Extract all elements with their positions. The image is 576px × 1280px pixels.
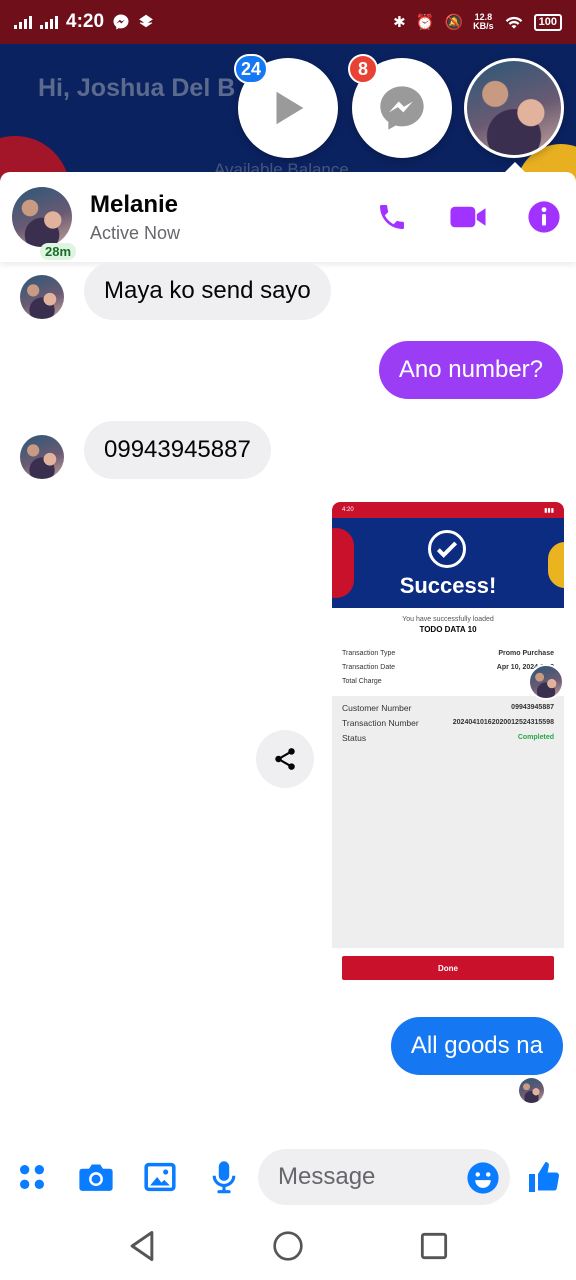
message-bubble-outgoing[interactable]: All goods na — [390, 1017, 563, 1075]
attachment-done-button: Done — [342, 956, 554, 980]
messenger-notification-icon — [113, 14, 129, 30]
video-camera-icon — [450, 206, 486, 228]
info-icon — [528, 201, 560, 233]
attachment-detail-row: Customer Number 09943945887 — [342, 702, 554, 713]
last-active-badge: 28m — [40, 243, 77, 260]
image-icon — [144, 1162, 176, 1192]
recents-button[interactable] — [416, 1228, 452, 1264]
message-input[interactable] — [278, 1163, 458, 1191]
avatar — [12, 187, 72, 247]
home-button[interactable] — [270, 1228, 306, 1264]
battery-indicator: 100 — [533, 13, 562, 31]
contact-chat-head-avatar[interactable] — [464, 58, 564, 158]
home-circle-icon — [273, 1231, 303, 1261]
checkmark-icon — [428, 530, 466, 568]
status-time: 4:20 — [66, 11, 105, 32]
net-speed: 12.8 KB/s — [473, 12, 494, 31]
message-composer — [0, 1142, 576, 1212]
video-chat-head[interactable]: 24 — [234, 54, 338, 158]
video-badge: 24 — [234, 54, 269, 84]
bluetooth-icon: ✱ — [393, 14, 406, 31]
layers-icon — [139, 14, 153, 28]
mute-icon: 🔕 — [444, 14, 464, 31]
menu-button[interactable] — [12, 1157, 52, 1197]
play-icon — [276, 91, 304, 125]
info-button[interactable] — [524, 197, 564, 237]
grid-dots-icon — [20, 1165, 44, 1189]
microphone-icon — [212, 1161, 236, 1194]
attachment-title: Success! — [399, 573, 497, 598]
recents-square-icon — [420, 1232, 448, 1260]
sender-avatar[interactable] — [20, 435, 64, 479]
video-call-button[interactable] — [448, 197, 488, 237]
message-list[interactable]: Maya ko send sayo Ano number? 0994394588… — [0, 262, 576, 1142]
share-icon — [275, 748, 295, 770]
camera-button[interactable] — [76, 1157, 116, 1197]
message-bubble-incoming[interactable]: Maya ko send sayo — [84, 262, 331, 320]
phone-icon — [380, 205, 404, 229]
sender-avatar[interactable] — [20, 275, 64, 319]
contact-info[interactable]: Melanie Active Now — [90, 191, 336, 244]
contact-name: Melanie — [90, 190, 179, 218]
thumbs-up-icon — [529, 1162, 560, 1192]
attachment-row: Transaction Type Promo Purchase — [342, 649, 554, 657]
status-bar: 4:20 ✱ ⏰ 🔕 12.8 KB/s 100 — [0, 0, 576, 44]
like-button[interactable] — [524, 1157, 564, 1197]
image-attachment[interactable]: 4:20 ▮▮▮ Success! You have successfully … — [332, 502, 564, 990]
wifi-icon — [505, 16, 522, 29]
attachment-detail-row: Status Completed — [342, 732, 554, 743]
alarm-icon: ⏰ — [415, 14, 435, 31]
contact-avatar[interactable]: 28m — [12, 187, 77, 260]
messenger-badge: 8 — [348, 54, 378, 84]
back-triangle-icon — [130, 1230, 154, 1262]
attachment-avatar — [528, 664, 564, 700]
attachment-detail-row: Transaction Number 2024041016202001252431… — [342, 717, 554, 728]
voice-message-button[interactable] — [204, 1157, 244, 1197]
signal-icon-2 — [40, 15, 58, 29]
attachment-row: Transaction Date Apr 10, 2024 16:2 — [342, 663, 554, 671]
camera-icon — [79, 1164, 113, 1191]
messenger-chat-head[interactable]: 8 — [348, 54, 452, 158]
contact-status: Active Now — [90, 222, 181, 243]
messenger-icon — [380, 86, 424, 130]
attachment-loaded-text: You have successfully loaded — [402, 616, 494, 623]
attachment-banner: Success! — [332, 518, 564, 608]
message-bubble-outgoing[interactable]: Ano number? — [378, 341, 563, 399]
system-navigation-bar — [0, 1212, 576, 1280]
signal-icon — [14, 15, 32, 29]
background-greeting: Hi, Joshua Del B — [38, 74, 236, 102]
seen-indicator-avatar — [519, 1078, 544, 1103]
message-input-container[interactable] — [258, 1149, 510, 1205]
attachment-details: Customer Number 09943945887 Transaction N… — [332, 696, 564, 948]
chat-header: 28m Melanie Active Now — [0, 172, 576, 262]
emoji-icon[interactable] — [466, 1161, 500, 1195]
back-button[interactable] — [124, 1228, 160, 1264]
attachment-nav-bar: ◁○□ — [332, 980, 564, 990]
voice-call-button[interactable] — [372, 197, 412, 237]
gallery-button[interactable] — [140, 1157, 180, 1197]
message-bubble-incoming[interactable]: 09943945887 — [84, 421, 271, 479]
attachment-status-bar: 4:20 ▮▮▮ — [332, 502, 564, 518]
share-button[interactable] — [256, 730, 314, 788]
attachment-product: TODO DATA 10 — [419, 625, 477, 634]
